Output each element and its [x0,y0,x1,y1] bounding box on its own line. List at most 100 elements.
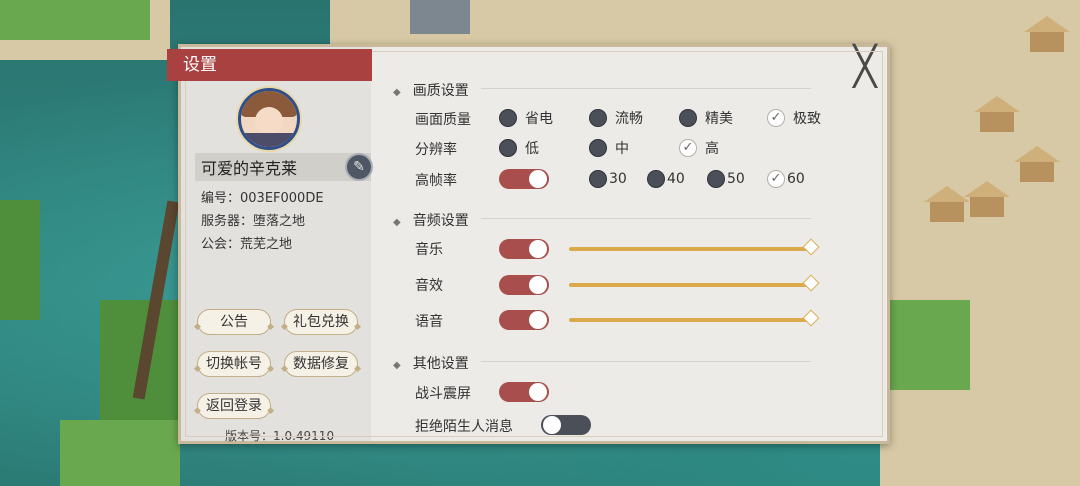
resolution-option-1[interactable]: 中 [589,138,629,158]
resolution-option-label: 低 [525,141,539,157]
reject-strangers-toggle[interactable] [541,415,591,435]
radio-icon [499,139,517,157]
fps-option-label: 50 [727,171,745,187]
resolution-option-0[interactable]: 低 [499,138,539,158]
resolution-option-label: 高 [705,141,719,157]
panel-title: 设置 [167,49,372,81]
quality-option-0[interactable]: 省电 [499,108,553,128]
version-label: 版本号：1.0.49110 [225,429,335,443]
section-divider [481,88,811,89]
audio-section-label: 音频设置 [412,213,469,229]
close-icon[interactable]: ╳ [849,47,881,85]
other-section-label: 其他设置 [412,356,469,372]
slider-handle[interactable] [802,309,820,327]
avatar[interactable] [238,88,300,150]
radio-icon [707,170,725,188]
fps-option-30[interactable]: 30 [589,169,627,189]
toggle-knob [529,276,547,294]
fps-option-50[interactable]: 50 [707,169,745,189]
graphics-section-title: ◆ 画质设置 [393,80,469,100]
toggle-knob [543,416,561,434]
fps-option-label: 60 [787,171,805,187]
section-divider [481,218,811,219]
fps-option-label: 30 [609,171,627,187]
hut [930,200,964,222]
sfx-volume-slider[interactable] [569,274,820,292]
voice-label: 语音 [415,314,443,330]
stone-ruin [410,0,470,34]
battle-shake-label: 战斗震屏 [415,386,471,402]
toggle-knob [529,240,547,258]
slider-handle[interactable] [802,274,820,292]
radio-icon [499,109,517,127]
hut [1020,160,1054,182]
music-label: 音乐 [415,242,443,258]
music-volume-slider[interactable] [569,238,820,256]
grass-tile [60,420,180,486]
hut [980,110,1014,132]
quality-option-label: 流畅 [615,111,643,127]
player-guild: 公会：荒芜之地 [201,237,293,252]
toggle-knob [529,170,547,188]
quality-option-1[interactable]: 流畅 [589,108,643,128]
slider-handle[interactable] [802,238,820,256]
toggle-knob [529,311,547,329]
sfx-toggle[interactable] [499,275,549,295]
avatar-face [255,107,283,135]
diamond-bullet-icon: ◆ [393,360,401,371]
quality-label: 画面质量 [415,112,471,128]
player-name: 可爱的辛克莱 [201,159,298,178]
resolution-option-label: 中 [615,141,629,157]
back-to-login-button[interactable]: 返回登录 [194,393,274,423]
diamond-bullet-icon: ◆ [393,217,401,228]
radio-icon [589,170,607,188]
reject-strangers-label: 拒绝陌生人消息 [415,419,513,435]
music-toggle[interactable] [499,239,549,259]
toggle-knob [529,383,547,401]
player-name-row: 可爱的辛克莱 ✎ [195,153,373,181]
radio-icon [589,109,607,127]
quality-option-label: 极致 [793,111,821,127]
radio-icon [589,139,607,157]
hut [1030,30,1064,52]
voice-toggle[interactable] [499,310,549,330]
battle-shake-toggle[interactable] [499,382,549,402]
data-repair-button[interactable]: 数据修复 [281,351,361,381]
resolution-option-2[interactable]: ✓ 高 [679,138,719,158]
audio-section-title: ◆ 音频设置 [393,210,469,230]
checkmark-icon: ✓ [679,139,697,157]
radio-icon [679,109,697,127]
grass-tile [0,0,150,40]
grass-tile [890,300,970,390]
section-divider [481,361,811,362]
fps-option-60[interactable]: ✓ 60 [767,169,805,189]
fps-option-label: 40 [667,171,685,187]
quality-option-label: 精美 [705,111,733,127]
grass-tile [0,200,40,320]
sand-tile [880,0,1080,486]
player-id: 编号：003EF000DE [201,191,324,206]
quality-option-label: 省电 [525,111,553,127]
high-fps-toggle[interactable] [499,169,549,189]
hut [970,195,1004,217]
sfx-label: 音效 [415,278,443,294]
quality-option-3[interactable]: ✓ 极致 [767,108,821,128]
settings-panel: 设置 ╳ 可爱的辛克莱 ✎ 编号：003EF000DE 服务器：堕落之地 公会：… [167,44,890,444]
diamond-bullet-icon: ◆ [393,87,401,98]
gift-code-button[interactable]: 礼包兑换 [281,309,361,339]
fps-option-40[interactable]: 40 [647,169,685,189]
player-server: 服务器：堕落之地 [201,214,306,229]
profile-sidebar: 可爱的辛克莱 ✎ 编号：003EF000DE 服务器：堕落之地 公会：荒芜之地 … [181,47,373,443]
checkmark-icon: ✓ [767,109,785,127]
graphics-section-label: 画质设置 [412,83,469,99]
avatar-coat [245,133,293,147]
quality-option-2[interactable]: 精美 [679,108,733,128]
switch-account-button[interactable]: 切换帐号 [194,351,274,381]
notice-button[interactable]: 公告 [194,309,274,339]
radio-icon [647,170,665,188]
voice-volume-slider[interactable] [569,309,820,327]
resolution-label: 分辨率 [415,142,457,158]
rename-quill-icon[interactable]: ✎ [345,153,373,181]
other-section-title: ◆ 其他设置 [393,353,469,373]
high-fps-label: 高帧率 [415,173,457,189]
